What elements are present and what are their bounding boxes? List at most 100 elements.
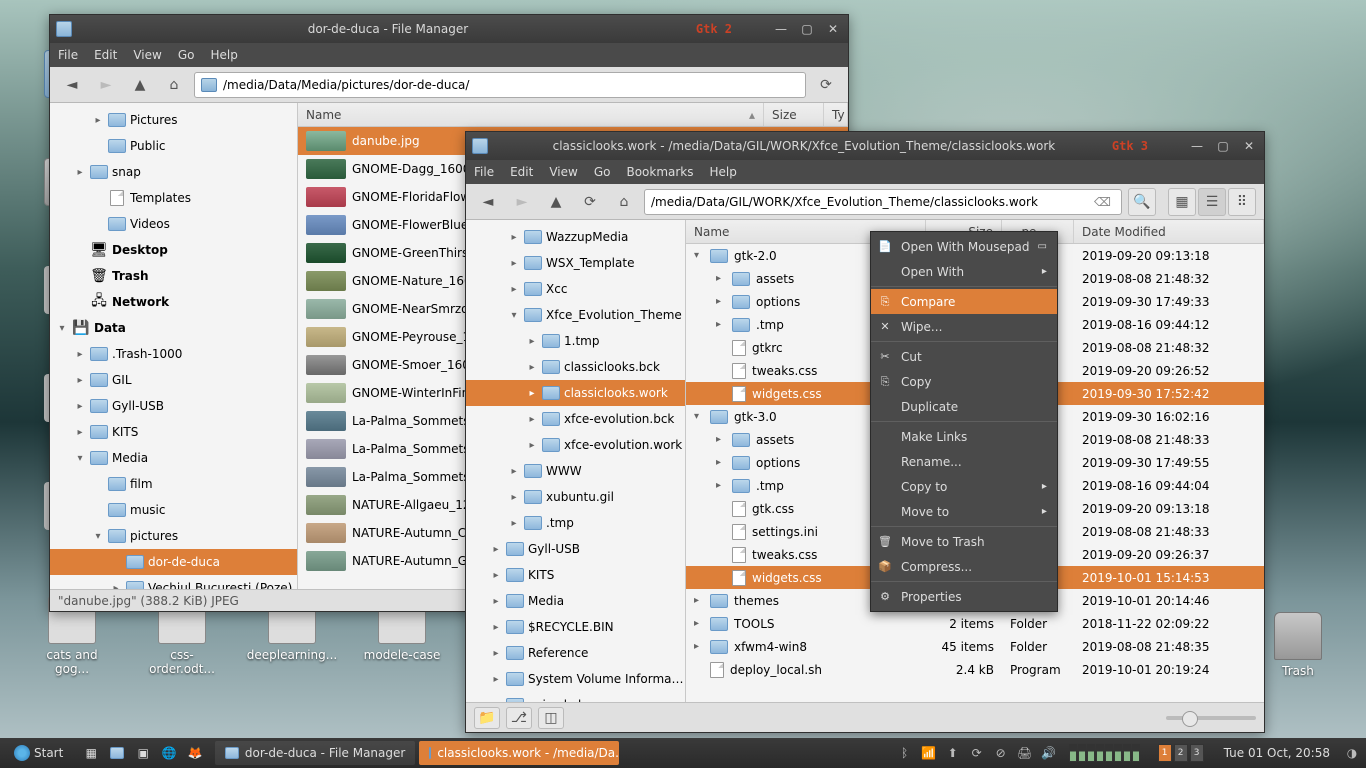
forward-button[interactable]: ►: [92, 71, 120, 99]
browser-launcher[interactable]: 🌐: [157, 741, 181, 765]
tree-item[interactable]: ▸ GIL: [50, 367, 297, 393]
file-row[interactable]: ▸xfwm4-win8 45 items Folder 2019-08-08 2…: [686, 635, 1264, 658]
col-size[interactable]: Size: [764, 103, 824, 126]
tree-item[interactable]: ▸ Reference: [466, 640, 685, 666]
volume-icon[interactable]: 🔊: [1041, 745, 1057, 761]
back-button[interactable]: ◄: [474, 188, 502, 216]
menu-view[interactable]: View: [549, 165, 577, 179]
ctx-compare[interactable]: ⎘ Compare: [871, 289, 1057, 314]
menu-bookmarks[interactable]: Bookmarks: [626, 165, 693, 179]
tree-item[interactable]: ▾ Xfce_Evolution_Theme: [466, 302, 685, 328]
clear-path-button[interactable]: ⌫: [1090, 195, 1115, 209]
ctx-make-links[interactable]: Make Links: [871, 424, 1057, 449]
tree-item[interactable]: ▸ WazzupMedia: [466, 224, 685, 250]
path-field[interactable]: [651, 195, 1090, 209]
show-hidden-button[interactable]: 📁: [474, 707, 500, 729]
tree-item[interactable]: ▾ pictures: [50, 523, 297, 549]
ctx-copy-to[interactable]: Copy to ▸: [871, 474, 1057, 499]
ctx-compress-[interactable]: 📦 Compress...: [871, 554, 1057, 579]
terminal-launcher[interactable]: ▣: [131, 741, 155, 765]
ctx-move-to-trash[interactable]: 🗑 Move to Trash: [871, 529, 1057, 554]
menu-view[interactable]: View: [133, 48, 161, 62]
close-button[interactable]: ✕: [1240, 138, 1258, 154]
ctx-duplicate[interactable]: Duplicate: [871, 394, 1057, 419]
tree-item[interactable]: ▸ $RECYCLE.BIN: [466, 614, 685, 640]
ctx-wipe-[interactable]: ✕ Wipe...: [871, 314, 1057, 339]
col-name[interactable]: Name ▴: [298, 103, 764, 126]
close-button[interactable]: ✕: [824, 21, 842, 37]
tree-item[interactable]: ▸ WWW: [466, 458, 685, 484]
tree-item[interactable]: ▾ 💾 Data: [50, 315, 297, 341]
tree-item[interactable]: ▸ xubuntu.gil: [466, 484, 685, 510]
maximize-button[interactable]: ▢: [1214, 138, 1232, 154]
list-view-button[interactable]: ☰: [1198, 188, 1226, 216]
menu-help[interactable]: Help: [710, 165, 737, 179]
cpu-monitor[interactable]: [1069, 744, 1140, 762]
tree-item[interactable]: ▾ Media: [50, 445, 297, 471]
tree-item[interactable]: ▸ System Volume Information: [466, 666, 685, 692]
tree-item[interactable]: Templates: [50, 185, 297, 211]
path-input[interactable]: [194, 72, 806, 98]
titlebar[interactable]: dor-de-duca - File Manager Gtk 2 — ▢ ✕: [50, 15, 848, 43]
path-field[interactable]: [223, 78, 799, 92]
up-button[interactable]: ▲: [126, 71, 154, 99]
tree-item[interactable]: ▸ classiclooks.work: [466, 380, 685, 406]
compact-view-button[interactable]: ⠿: [1228, 188, 1256, 216]
ctx-cut[interactable]: ✂ Cut: [871, 344, 1057, 369]
tree-item[interactable]: ▸ snap: [50, 159, 297, 185]
tree-item[interactable]: 🖥 Desktop: [50, 237, 297, 263]
menu-edit[interactable]: Edit: [510, 165, 533, 179]
tree-item[interactable]: ▸ xfce-evolution.work: [466, 432, 685, 458]
tree-item[interactable]: ▸ Gyll-USB: [466, 536, 685, 562]
workspace-1[interactable]: 1: [1158, 744, 1172, 762]
tree-item[interactable]: ▸ voicu.bck: [466, 692, 685, 702]
tree-item[interactable]: ▸ .Trash-1000: [50, 341, 297, 367]
tree-item[interactable]: film: [50, 471, 297, 497]
wifi-icon[interactable]: 📶: [921, 745, 937, 761]
workspace-3[interactable]: 3: [1190, 744, 1204, 762]
tree-item[interactable]: ▸ KITS: [466, 562, 685, 588]
tree-item[interactable]: ▸ Gyll-USB: [50, 393, 297, 419]
ctx-open-with-mousepad[interactable]: 📄 Open With Mousepad ▭: [871, 234, 1057, 259]
tree-item[interactable]: ▸ Xcc: [466, 276, 685, 302]
tree-item[interactable]: ▸ Pictures: [50, 107, 297, 133]
session-icon[interactable]: ◑: [1344, 745, 1360, 761]
firefox-launcher[interactable]: 🦊: [183, 741, 207, 765]
updates-icon[interactable]: ⬆: [945, 745, 961, 761]
workspace-2[interactable]: 2: [1174, 744, 1188, 762]
taskbar-task[interactable]: dor-de-duca - File Manager: [215, 741, 415, 765]
taskbar-task[interactable]: classiclooks.work - /media/Da...: [419, 741, 619, 765]
menu-file[interactable]: File: [474, 165, 494, 179]
tree-item[interactable]: ▸ KITS: [50, 419, 297, 445]
ctx-rename-[interactable]: Rename...: [871, 449, 1057, 474]
up-button[interactable]: ▲: [542, 188, 570, 216]
dual-pane-button[interactable]: ◫: [538, 707, 564, 729]
trash-desktop-icon[interactable]: Trash: [1258, 612, 1338, 678]
start-button[interactable]: Start: [6, 741, 71, 765]
back-button[interactable]: ◄: [58, 71, 86, 99]
tree-item[interactable]: 🗑 Trash: [50, 263, 297, 289]
minimize-button[interactable]: —: [1188, 138, 1206, 154]
menu-go[interactable]: Go: [178, 48, 195, 62]
home-button[interactable]: ⌂: [160, 71, 188, 99]
sync-icon[interactable]: ⟳: [969, 745, 985, 761]
menu-file[interactable]: File: [58, 48, 78, 62]
ctx-copy[interactable]: ⎘ Copy: [871, 369, 1057, 394]
titlebar[interactable]: classiclooks.work - /media/Data/GIL/WORK…: [466, 132, 1264, 160]
tree-view-button[interactable]: ⎇: [506, 707, 532, 729]
tree-item[interactable]: Videos: [50, 211, 297, 237]
tree-item[interactable]: ▸ classiclooks.bck: [466, 354, 685, 380]
menu-edit[interactable]: Edit: [94, 48, 117, 62]
ctx-move-to[interactable]: Move to ▸: [871, 499, 1057, 524]
tree-item[interactable]: dor-de-duca: [50, 549, 297, 575]
menu-go[interactable]: Go: [594, 165, 611, 179]
path-input[interactable]: ⌫: [644, 189, 1122, 215]
minimize-button[interactable]: —: [772, 21, 790, 37]
search-button[interactable]: 🔍: [1128, 188, 1156, 216]
reload-button[interactable]: ⟳: [812, 71, 840, 99]
menu-help[interactable]: Help: [210, 48, 237, 62]
col-type[interactable]: Ty: [824, 103, 848, 126]
tree-item[interactable]: ▸ WSX_Template: [466, 250, 685, 276]
clock[interactable]: Tue 01 Oct, 20:58: [1218, 746, 1336, 760]
tree-item[interactable]: ▸ xfce-evolution.bck: [466, 406, 685, 432]
